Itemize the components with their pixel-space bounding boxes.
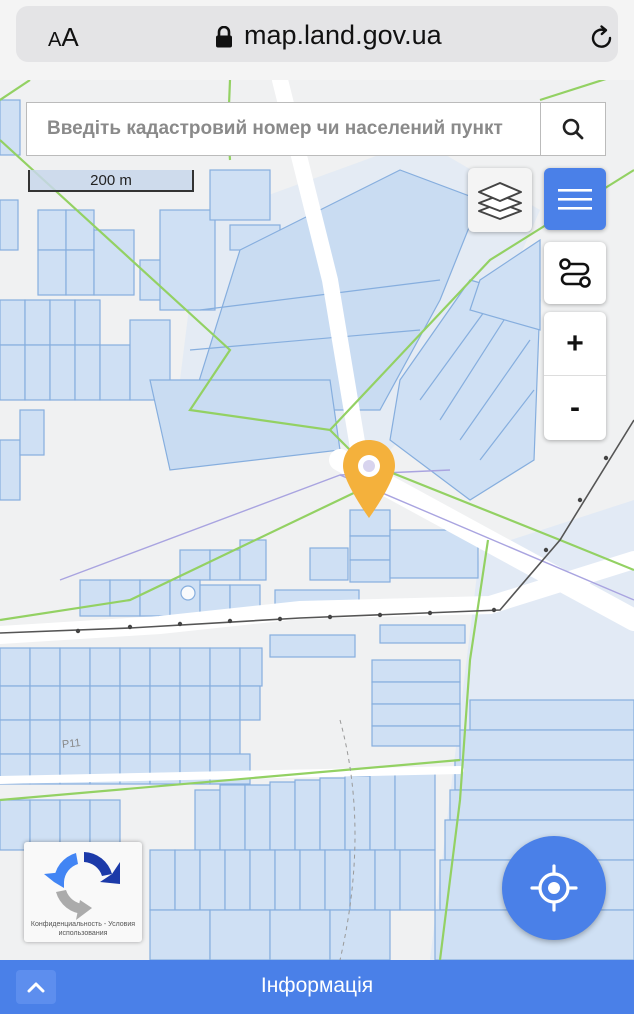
search-icon xyxy=(562,118,584,140)
zoom-in-button[interactable]: + xyxy=(544,312,606,376)
recaptcha-icon xyxy=(44,852,120,920)
url-pill[interactable]: AA map.land.gov.ua xyxy=(16,6,618,62)
map-canvas[interactable]: Р11 200 m xyxy=(0,80,634,960)
reload-icon[interactable] xyxy=(588,24,616,52)
location-pin-icon[interactable] xyxy=(340,438,398,520)
recaptcha-badge[interactable]: Конфиденциальность - Условия использован… xyxy=(24,842,142,942)
text-size-button[interactable]: AA xyxy=(48,22,79,53)
url-text: map.land.gov.ua xyxy=(244,20,442,50)
search-input[interactable] xyxy=(27,103,541,155)
info-label[interactable]: Інформація xyxy=(0,974,634,998)
road-label: Р11 xyxy=(61,737,82,751)
search-button[interactable] xyxy=(540,103,605,155)
menu-button[interactable] xyxy=(544,168,606,230)
locate-me-button[interactable] xyxy=(502,836,606,940)
recaptcha-text[interactable]: Конфиденциальность - Условия использован… xyxy=(24,920,142,938)
route-button[interactable] xyxy=(544,242,606,304)
info-panel-bar[interactable]: Інформація xyxy=(0,960,634,1014)
lock-icon xyxy=(216,26,232,48)
layers-icon xyxy=(478,182,522,220)
zoom-out-button[interactable]: - xyxy=(544,376,606,439)
scale-label: 200 m xyxy=(90,172,132,189)
search-bar xyxy=(26,102,606,156)
layers-button[interactable] xyxy=(468,168,532,232)
crosshair-icon xyxy=(530,864,578,912)
browser-address-bar: AA map.land.gov.ua xyxy=(0,0,634,80)
route-icon xyxy=(559,258,591,288)
scale-bar: 200 m xyxy=(28,170,196,196)
cadastral-map[interactable] xyxy=(0,80,634,960)
zoom-control: + - xyxy=(544,312,606,440)
hamburger-icon xyxy=(558,189,592,210)
